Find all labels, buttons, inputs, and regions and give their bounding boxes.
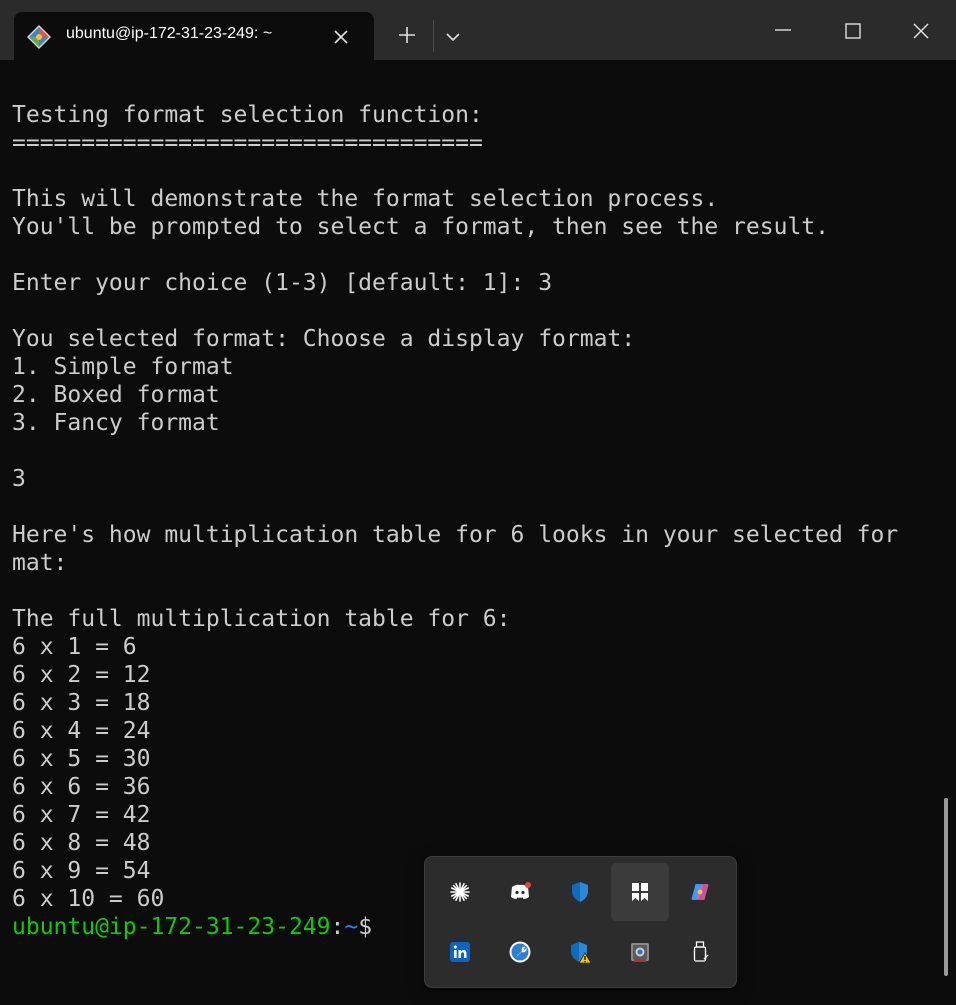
discord-icon[interactable] (491, 863, 549, 921)
terminal-output-text: Testing format selection function: =====… (12, 102, 899, 912)
new-tab-plus-icon[interactable] (392, 20, 422, 50)
close-icon[interactable] (904, 14, 938, 48)
scrollbar-thumb[interactable] (944, 798, 948, 976)
terminal-tab[interactable]: ubuntu@ip-172-31-23-249: ~ (14, 12, 374, 60)
tab-separator (433, 20, 434, 52)
chevron-down-icon[interactable] (440, 24, 466, 50)
tab-close-icon[interactable] (330, 26, 352, 48)
webcam-app-icon[interactable] (611, 923, 669, 981)
linkedin-icon[interactable] (431, 923, 489, 981)
tray-overflow-popup (424, 856, 737, 988)
tab-title: ubuntu@ip-172-31-23-249: ~ (66, 25, 273, 42)
maximize-icon[interactable] (836, 14, 870, 48)
prompt-path: ~ (344, 914, 359, 940)
title-bar: ubuntu@ip-172-31-23-249: ~ (0, 0, 956, 60)
defender-warning-icon[interactable] (551, 923, 609, 981)
minimize-icon[interactable] (766, 14, 800, 48)
asterisk-icon[interactable] (431, 863, 489, 921)
git-bash-icon (26, 24, 52, 50)
windows-defender-icon[interactable] (551, 863, 609, 921)
copilot-icon[interactable] (671, 863, 729, 921)
prompt-symbol: $ (358, 914, 373, 940)
usb-drive-icon[interactable] (671, 923, 729, 981)
notion-icon[interactable] (611, 863, 669, 921)
shell-prompt: ubuntu@ip-172-31-23-249:~$ (12, 914, 372, 940)
prompt-user-host: ubuntu@ip-172-31-23-249 (12, 914, 331, 940)
wrench-tool-icon[interactable] (491, 923, 549, 981)
terminal-output: Testing format selection function: =====… (12, 101, 898, 941)
prompt-separator: : (330, 914, 345, 940)
